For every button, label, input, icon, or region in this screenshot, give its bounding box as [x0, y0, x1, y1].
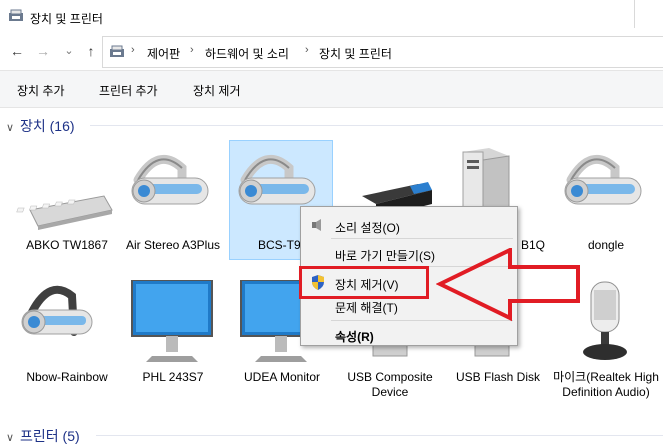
group-divider: [90, 125, 663, 126]
annotation-arrow: [436, 248, 580, 322]
breadcrumb-separator: ›: [305, 44, 309, 56]
remove-device-button[interactable]: 장치 제거: [193, 82, 241, 99]
command-bar: 장치 추가 프린터 추가 장치 제거: [0, 70, 663, 108]
devices-group-header[interactable]: ∨ 장치 (16): [6, 116, 75, 136]
menu-item-sound-settings[interactable]: 소리 설정(O): [301, 215, 517, 237]
add-printer-button[interactable]: 프린터 추가: [99, 82, 158, 99]
headset-icon: [131, 154, 209, 205]
headset-icon: [564, 154, 642, 205]
printers-group-header[interactable]: ∨ 프린터 (5): [6, 426, 80, 445]
forward-button[interactable]: →: [34, 42, 52, 60]
annotation-highlight-box: [299, 266, 429, 299]
devices-group-label: 장치 (16): [20, 118, 75, 134]
navigation-bar: ← → ⌄ ↑ › 제어판 › 하드웨어 및 소리 › 장치 및 프린터: [0, 34, 663, 70]
recent-locations-button[interactable]: ⌄: [60, 42, 78, 60]
device-label: USB Composite Device: [347, 370, 433, 399]
device-label: Air Stereo A3Plus: [125, 238, 221, 252]
device-label: UDEA Monitor: [243, 370, 321, 384]
up-button[interactable]: ↑: [82, 42, 100, 60]
devices-printers-icon: [110, 45, 124, 57]
keyboard-icon: [16, 195, 113, 230]
title-divider: [634, 0, 635, 28]
chevron-down-icon: ∨: [6, 432, 15, 444]
device-label: Nbow-Rainbow: [26, 370, 108, 384]
add-device-button[interactable]: 장치 추가: [17, 82, 65, 99]
menu-separator: [331, 238, 513, 239]
title-bar: 장치 및 프린터: [0, 0, 663, 34]
group-divider: [96, 435, 663, 436]
address-bar[interactable]: › 제어판 › 하드웨어 및 소리 › 장치 및 프린터: [102, 36, 663, 68]
device-label: PHL 243S7: [142, 370, 204, 384]
chevron-down-icon: ∨: [6, 122, 15, 134]
breadcrumb-separator: ›: [190, 44, 194, 56]
devices-printers-icon: [9, 9, 23, 21]
breadcrumb-hardware-sound[interactable]: 하드웨어 및 소리: [205, 45, 289, 62]
speaker-icon: [312, 219, 321, 231]
printers-group-label: 프린터 (5): [20, 428, 80, 444]
breadcrumb-control-panel[interactable]: 제어판: [147, 45, 180, 62]
device-label: ABKO TW1867: [26, 238, 108, 252]
breadcrumb-separator: ›: [131, 44, 135, 56]
headset-icon: [21, 285, 93, 336]
breadcrumb-devices-printers[interactable]: 장치 및 프린터: [319, 45, 392, 62]
device-label: 마이크(Realtek High Definition Audio): [553, 370, 659, 399]
monitor-icon: [131, 280, 213, 362]
back-button[interactable]: ←: [8, 42, 26, 60]
window-title: 장치 및 프린터: [30, 12, 103, 26]
device-label: USB Flash Disk: [455, 370, 541, 384]
menu-item-properties[interactable]: 속성(R): [301, 324, 517, 346]
